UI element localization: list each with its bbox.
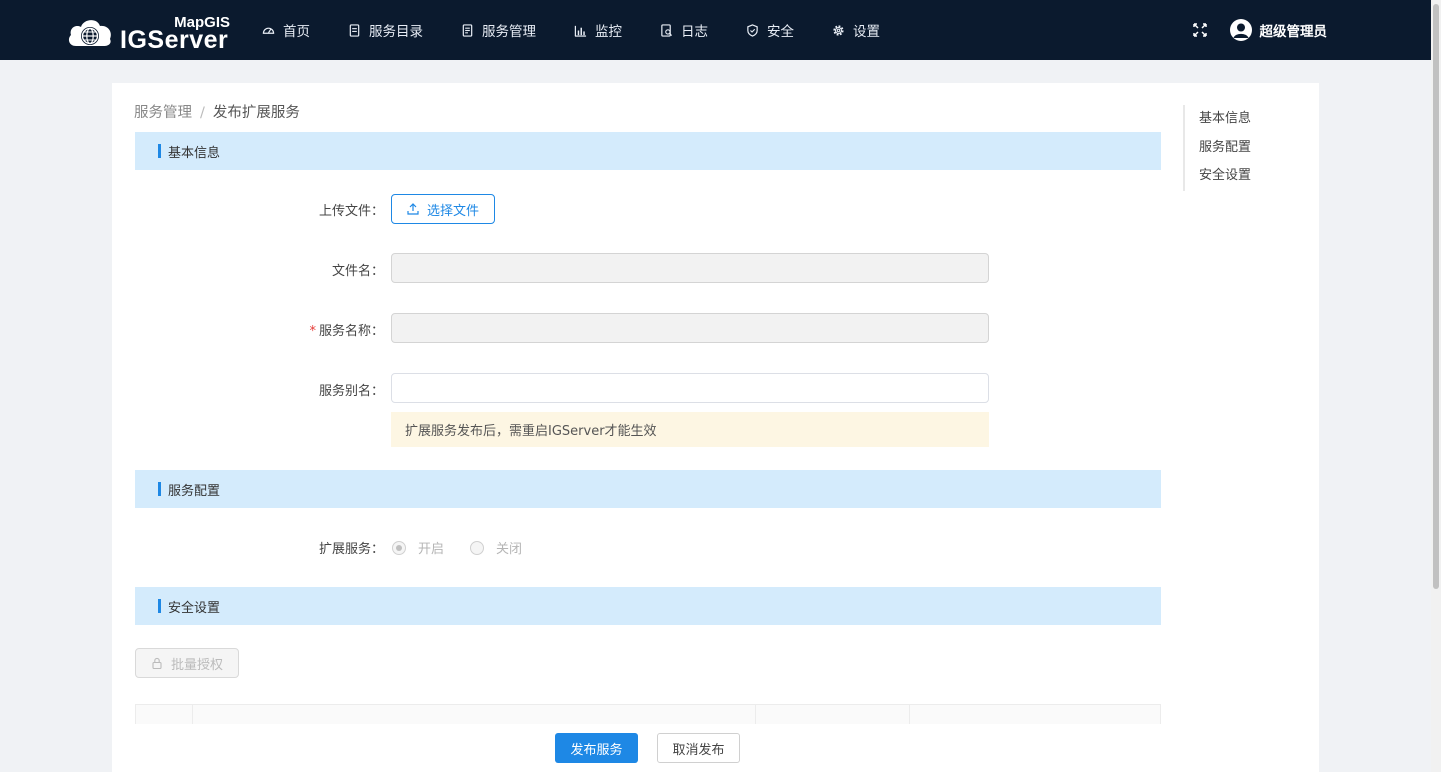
table-col (910, 705, 1160, 724)
nav-settings[interactable]: 设置 (832, 20, 880, 40)
gear-icon (833, 24, 844, 36)
user-icon (1233, 23, 1248, 38)
fullscreen-icon[interactable] (1192, 22, 1208, 38)
logo-igserver: IGServer (120, 26, 229, 54)
table-col (193, 705, 756, 724)
user-name[interactable]: 超级管理员 (1260, 20, 1328, 40)
nav-home[interactable]: 首页 (262, 20, 310, 40)
section-service-config-title: 服务配置 (168, 483, 221, 499)
nav-monitor-label: 监控 (595, 24, 622, 40)
section-basic-info: 基本信息 (135, 132, 1161, 170)
form-actions: 发布服务 取消发布 (555, 733, 740, 763)
batch-authorize-label: 批量授权 (170, 657, 223, 673)
catalog-icon (349, 23, 360, 37)
restart-notice: 扩展服务发布后，需重启IGServer才能生效 (391, 412, 989, 447)
table-col (756, 705, 910, 724)
ext-service-radio-group: 开启 关闭 (392, 538, 548, 557)
section-marker (158, 144, 161, 158)
logo[interactable]: MapGIS IGServer (66, 12, 230, 54)
anchor-nav: 基本信息 服务配置 安全设置 (1183, 105, 1251, 191)
nav-security[interactable]: 安全 (746, 20, 794, 40)
table-col-select (136, 705, 193, 724)
radio-disable[interactable]: 关闭 (470, 538, 522, 557)
log-icon (661, 23, 673, 37)
radio-enable-label: 开启 (418, 542, 445, 557)
nav-monitor[interactable]: 监控 (574, 20, 622, 40)
batch-authorize-button[interactable]: 批量授权 (135, 648, 239, 678)
cloud-globe-icon (68, 20, 111, 46)
dashboard-icon (262, 27, 275, 34)
anchor-basic-info[interactable]: 基本信息 (1199, 105, 1251, 134)
service-name-input[interactable] (391, 313, 989, 343)
upload-icon (407, 203, 419, 215)
section-security: 安全设置 (135, 587, 1161, 625)
ext-service-label: 扩展服务： (318, 542, 384, 557)
logo-text: MapGIS IGServer (120, 12, 230, 54)
upload-label: 上传文件： (318, 204, 384, 219)
header-right: 超级管理员 (1192, 0, 1328, 60)
radio-enable[interactable]: 开启 (392, 538, 444, 557)
shield-icon (747, 23, 758, 37)
section-service-config: 服务配置 (135, 470, 1161, 508)
choose-file-label: 选择文件 (426, 203, 479, 219)
section-marker (158, 599, 161, 613)
alias-label: 服务别名： (318, 384, 384, 399)
nav-home-label: 首页 (283, 24, 310, 40)
lock-icon (152, 657, 162, 669)
avatar[interactable] (1229, 19, 1252, 41)
scrollbar-thumb[interactable] (1433, 4, 1439, 589)
publish-service-button[interactable]: 发布服务 (555, 733, 638, 763)
anchor-security[interactable]: 安全设置 (1199, 162, 1251, 191)
filename-label: 文件名： (331, 264, 384, 279)
radio-disable-label: 关闭 (496, 542, 523, 557)
nav-service-management-label: 服务管理 (482, 24, 536, 40)
nav-security-label: 安全 (767, 24, 794, 40)
radio-disable-circle[interactable] (470, 540, 485, 555)
section-basic-info-title: 基本信息 (168, 145, 221, 161)
breadcrumb-parent[interactable]: 服务管理 (134, 105, 192, 121)
nav-catalog[interactable]: 服务目录 (348, 20, 423, 40)
top-navbar: MapGIS IGServer 首页 服务目录 服务管理 监控 日志 安全 设置… (0, 0, 1431, 60)
required-mark: * (309, 324, 316, 339)
document-icon (462, 23, 473, 37)
service-name-label-text: 服务名称： (318, 324, 384, 339)
radio-enable-circle[interactable] (392, 540, 406, 555)
section-marker (158, 482, 161, 496)
section-security-title: 安全设置 (168, 600, 221, 616)
nav-log-label: 日志 (681, 24, 708, 40)
chart-icon (574, 25, 587, 37)
nav-log[interactable]: 日志 (660, 20, 708, 40)
breadcrumb-separator: / (200, 105, 205, 121)
nav-settings-label: 设置 (853, 24, 880, 40)
alias-input[interactable] (391, 373, 989, 403)
breadcrumb-current: 发布扩展服务 (212, 105, 300, 121)
nav-catalog-label: 服务目录 (369, 24, 423, 40)
page-scrollbar[interactable] (1431, 0, 1441, 772)
nav-service-management[interactable]: 服务管理 (461, 20, 536, 40)
main-nav: 首页 服务目录 服务管理 监控 日志 安全 设置 (262, 0, 918, 60)
publish-form-card: 服务管理 / 发布扩展服务 基本信息 上传文件： 选择文件 文件名： * 服务名称： … (112, 83, 1319, 772)
breadcrumb: 服务管理 / 发布扩展服务 (134, 101, 300, 122)
service-name-label: * 服务名称： (234, 320, 384, 339)
choose-file-button[interactable]: 选择文件 (391, 194, 495, 224)
cancel-publish-button[interactable]: 取消发布 (657, 733, 740, 763)
permission-table-header (135, 704, 1161, 724)
filename-input[interactable] (391, 253, 989, 283)
anchor-service-config[interactable]: 服务配置 (1199, 134, 1251, 163)
